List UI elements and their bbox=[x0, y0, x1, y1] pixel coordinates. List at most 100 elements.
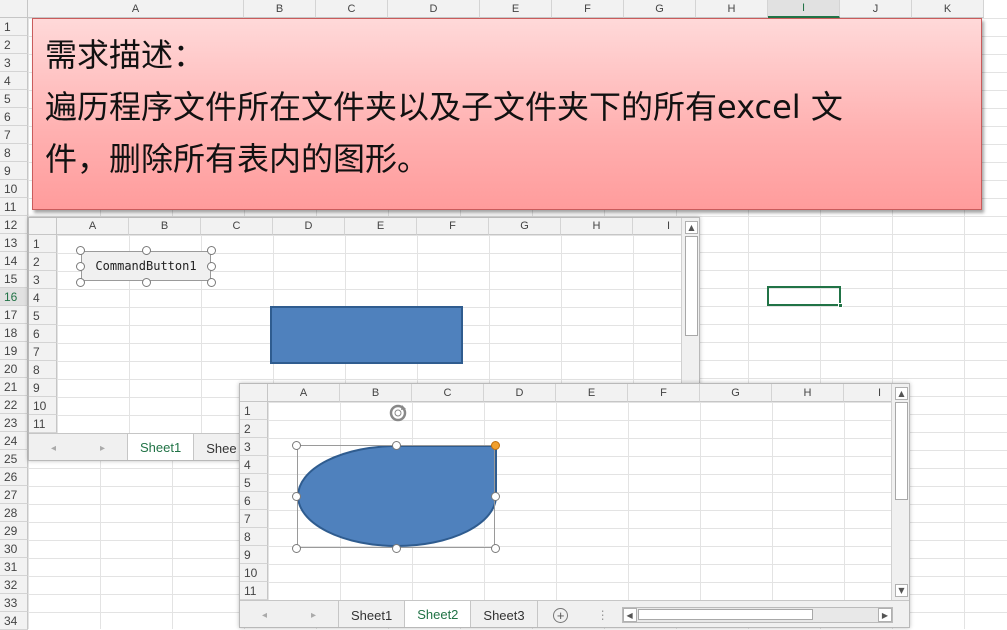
w1-select-all[interactable] bbox=[29, 218, 57, 235]
button-handle-tl[interactable] bbox=[76, 246, 85, 255]
main-row-header[interactable]: 19 bbox=[0, 342, 28, 360]
window2-col-header[interactable]: D bbox=[484, 384, 556, 402]
window1-row-header[interactable]: 6 bbox=[29, 325, 57, 343]
window1-col-header[interactable]: H bbox=[561, 218, 633, 235]
main-row-header[interactable]: 2 bbox=[0, 36, 28, 54]
main-row-header[interactable]: 1 bbox=[0, 18, 28, 36]
main-row-header[interactable]: 33 bbox=[0, 594, 28, 612]
w2-tab-sheet1[interactable]: Sheet1 bbox=[338, 601, 406, 627]
window1-col-header[interactable]: B bbox=[129, 218, 201, 235]
fill-handle[interactable] bbox=[838, 303, 843, 308]
main-row-header[interactable]: 10 bbox=[0, 180, 28, 198]
main-row-header[interactable]: 13 bbox=[0, 234, 28, 252]
window2-row-header[interactable]: 11 bbox=[240, 582, 268, 600]
w1-tab-next-icon[interactable]: ▸ bbox=[100, 443, 105, 454]
shape-handle-ml[interactable] bbox=[292, 492, 301, 501]
main-col-header[interactable]: F bbox=[552, 0, 624, 18]
main-row-header[interactable]: 14 bbox=[0, 252, 28, 270]
button-handle-tr[interactable] bbox=[207, 246, 216, 255]
main-col-header[interactable]: H bbox=[696, 0, 768, 18]
requirement-note[interactable]: 需求描述： 遍历程序文件所在文件夹以及子文件夹下的所有excel 文 件，删除所… bbox=[32, 18, 982, 210]
window2-row-header[interactable]: 4 bbox=[240, 456, 268, 474]
active-cell[interactable] bbox=[767, 286, 841, 306]
shape-handle-tl[interactable] bbox=[292, 441, 301, 450]
window2-col-header[interactable]: B bbox=[340, 384, 412, 402]
select-all-corner[interactable] bbox=[0, 0, 28, 18]
main-col-header[interactable]: C bbox=[316, 0, 388, 18]
button-handle-bc[interactable] bbox=[142, 278, 151, 287]
button-handle-tc[interactable] bbox=[142, 246, 151, 255]
main-row-header[interactable]: 16 bbox=[0, 288, 28, 306]
window1-row-header[interactable]: 2 bbox=[29, 253, 57, 271]
window2-col-header[interactable]: A bbox=[268, 384, 340, 402]
w2-scroll-up-icon[interactable]: ▲ bbox=[895, 387, 908, 400]
window2-row-header[interactable]: 2 bbox=[240, 420, 268, 438]
main-row-header[interactable]: 31 bbox=[0, 558, 28, 576]
main-row-header[interactable]: 28 bbox=[0, 504, 28, 522]
main-row-header[interactable]: 6 bbox=[0, 108, 28, 126]
window2-row-header[interactable]: 10 bbox=[240, 564, 268, 582]
window2-row-header[interactable]: 1 bbox=[240, 402, 268, 420]
window1-col-header[interactable]: F bbox=[417, 218, 489, 235]
w2-select-all[interactable] bbox=[240, 384, 268, 402]
main-row-header[interactable]: 20 bbox=[0, 360, 28, 378]
main-row-header[interactable]: 15 bbox=[0, 270, 28, 288]
rectangle-shape[interactable] bbox=[270, 306, 463, 364]
add-sheet-button[interactable]: + bbox=[538, 601, 584, 627]
main-row-header[interactable]: 34 bbox=[0, 612, 28, 630]
w2-hscroll-right-icon[interactable]: ▶ bbox=[878, 608, 892, 622]
main-row-header[interactable]: 27 bbox=[0, 486, 28, 504]
window1-row-header[interactable]: 11 bbox=[29, 415, 57, 433]
window1-row-header[interactable]: 10 bbox=[29, 397, 57, 415]
command-button[interactable]: CommandButton1 bbox=[81, 251, 211, 281]
main-row-header[interactable]: 12 bbox=[0, 216, 28, 234]
w2-scroll-down-icon[interactable]: ▼ bbox=[895, 584, 908, 597]
window2-col-header[interactable]: C bbox=[412, 384, 484, 402]
shape-handle-bl[interactable] bbox=[292, 544, 301, 553]
w1-tab-prev-icon[interactable]: ◂ bbox=[51, 443, 56, 454]
button-handle-mr[interactable] bbox=[207, 262, 216, 271]
window1-col-header[interactable]: D bbox=[273, 218, 345, 235]
shape-handle-mr[interactable] bbox=[491, 492, 500, 501]
main-row-header[interactable]: 30 bbox=[0, 540, 28, 558]
window1-row-header[interactable]: 8 bbox=[29, 361, 57, 379]
main-row-header[interactable]: 29 bbox=[0, 522, 28, 540]
w2-vertical-scrollbar[interactable]: ▲ ▼ bbox=[891, 384, 909, 600]
main-row-header[interactable]: 23 bbox=[0, 414, 28, 432]
w1-scroll-thumb[interactable] bbox=[685, 236, 698, 336]
window2-row-header[interactable]: 6 bbox=[240, 492, 268, 510]
w2-tab-prev-icon[interactable]: ◂ bbox=[262, 610, 267, 621]
button-handle-bl[interactable] bbox=[76, 278, 85, 287]
window2-col-header[interactable]: H bbox=[772, 384, 844, 402]
window1-row-header[interactable]: 3 bbox=[29, 271, 57, 289]
main-row-header[interactable]: 22 bbox=[0, 396, 28, 414]
window2-row-header[interactable]: 9 bbox=[240, 546, 268, 564]
window2-col-header[interactable]: G bbox=[700, 384, 772, 402]
main-row-header[interactable]: 24 bbox=[0, 432, 28, 450]
window2-row-header[interactable]: 5 bbox=[240, 474, 268, 492]
window1-col-header[interactable]: E bbox=[345, 218, 417, 235]
main-row-header[interactable]: 11 bbox=[0, 198, 28, 216]
shape-handle-tc[interactable] bbox=[392, 441, 401, 450]
main-row-header[interactable]: 18 bbox=[0, 324, 28, 342]
main-row-header[interactable]: 9 bbox=[0, 162, 28, 180]
window2-col-header[interactable]: E bbox=[556, 384, 628, 402]
main-row-header[interactable]: 17 bbox=[0, 306, 28, 324]
w1-tab-sheet1[interactable]: Sheet1 bbox=[127, 434, 195, 460]
window1-row-header[interactable]: 9 bbox=[29, 379, 57, 397]
window2-row-header[interactable]: 8 bbox=[240, 528, 268, 546]
button-handle-br[interactable] bbox=[207, 278, 216, 287]
main-row-header[interactable]: 3 bbox=[0, 54, 28, 72]
main-col-header[interactable]: K bbox=[912, 0, 984, 18]
main-row-header[interactable]: 8 bbox=[0, 144, 28, 162]
rotate-handle-icon[interactable] bbox=[388, 403, 408, 423]
main-row-header[interactable]: 5 bbox=[0, 90, 28, 108]
window2-col-header[interactable]: F bbox=[628, 384, 700, 402]
w2-hscroll-left-icon[interactable]: ◀ bbox=[622, 608, 637, 622]
window2-row-header[interactable]: 3 bbox=[240, 438, 268, 456]
main-row-header[interactable]: 32 bbox=[0, 576, 28, 594]
main-row-header[interactable]: 26 bbox=[0, 468, 28, 486]
shape-handle-bc[interactable] bbox=[392, 544, 401, 553]
window1-row-header[interactable]: 7 bbox=[29, 343, 57, 361]
window1-col-header[interactable]: G bbox=[489, 218, 561, 235]
